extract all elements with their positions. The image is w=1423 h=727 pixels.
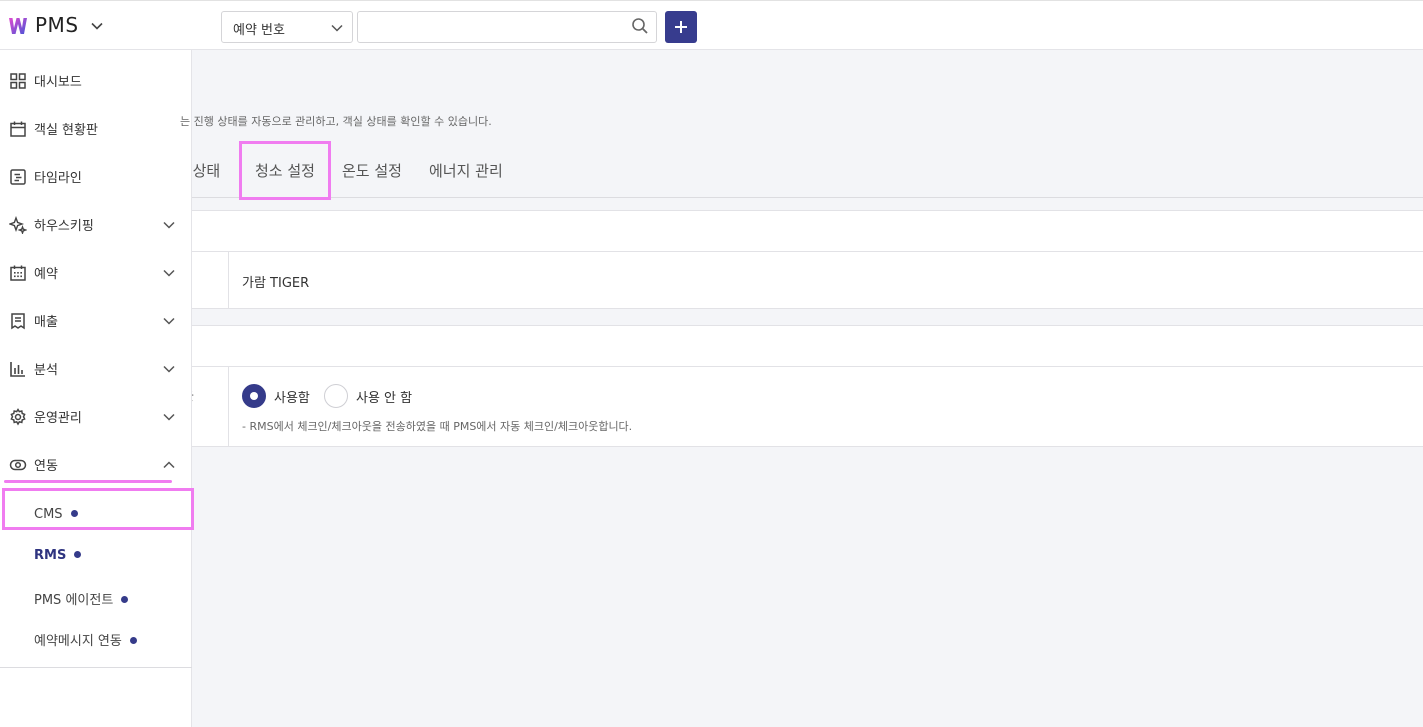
radio-use[interactable] — [242, 384, 266, 408]
tab-room-status[interactable]: 동 상태 — [192, 160, 220, 181]
search-input[interactable] — [357, 11, 657, 43]
tab-energy-management[interactable]: 에너지 관리 — [429, 160, 503, 181]
sidebar-item-label: 연동 — [34, 459, 58, 474]
add-button[interactable] — [665, 11, 697, 43]
receipt-icon — [11, 313, 25, 330]
chevron-down-icon — [331, 24, 343, 32]
sidebar-item-label: 운영관리 — [34, 411, 82, 426]
gear-icon — [10, 408, 26, 426]
sidebar-item-housekeeping[interactable]: 하우스키핑 — [0, 201, 192, 249]
sidebar-item-label: 대시보드 — [34, 75, 82, 90]
toggle-icon — [9, 459, 27, 471]
chevron-down-icon[interactable] — [90, 19, 104, 33]
sidebar-item-reservation[interactable]: 예약 — [0, 249, 192, 297]
radio-use-label[interactable]: 사용함 — [274, 387, 310, 406]
sidebar-subitem-rms[interactable]: RMS — [0, 537, 192, 577]
plus-icon — [675, 21, 687, 33]
section-header — [192, 326, 1423, 367]
page-description: 는 진행 상태를 자동으로 관리하고, 객실 상태를 확인할 수 있습니다. — [180, 115, 492, 128]
chevron-up-icon — [163, 461, 175, 469]
status-dot — [129, 637, 137, 644]
sidebar-item-label: 타임라인 — [34, 171, 82, 186]
sidebar-item-analysis[interactable]: 분석 — [0, 345, 192, 393]
app-title[interactable]: PMS — [35, 13, 79, 37]
calendar-icon — [10, 265, 26, 281]
tab-bar: 동 상태 청소 설정 온도 설정 에너지 관리 — [192, 150, 1423, 198]
radio-not-use[interactable] — [324, 384, 348, 408]
settings-section-rms-info: 가람 TIGER — [192, 210, 1423, 309]
sidebar-subitem-pms-agent[interactable]: PMS 에이전트 — [0, 578, 192, 618]
status-dot — [74, 551, 82, 558]
status-dot — [121, 596, 129, 603]
chevron-down-icon — [163, 365, 175, 373]
sidebar-subitem-label: PMS 에이전트 — [34, 593, 114, 608]
search-type-select[interactable]: 예약 번호 — [221, 11, 353, 43]
timeline-icon — [10, 169, 26, 185]
highlight-box-tab — [239, 141, 331, 200]
sidebar-item-label: 예약 — [34, 267, 58, 282]
sidebar-item-label: 분석 — [34, 363, 58, 378]
radio-not-use-label[interactable]: 사용 안 함 — [356, 387, 412, 406]
sidebar-item-label: 매출 — [34, 315, 58, 330]
row-label: 웃 — [192, 385, 194, 404]
settings-section-auto-checkin: 웃 사용함 사용 안 함 - RMS에서 체크인/체크아웃을 전송하였을 때 P… — [192, 325, 1423, 447]
sidebar-item-label: 객실 현황판 — [34, 123, 98, 138]
sidebar-item-sales[interactable]: 매출 — [0, 297, 192, 345]
logo-icon — [9, 18, 27, 34]
row-label-cell — [192, 252, 229, 308]
tab-temperature-settings[interactable]: 온도 설정 — [342, 160, 402, 181]
dashboard-icon — [10, 73, 26, 89]
search-type-value: 예약 번호 — [233, 23, 285, 38]
chevron-down-icon — [163, 413, 175, 421]
sidebar-subitem-reservation-message[interactable]: 예약메시지 연동 — [0, 619, 192, 659]
bar-chart-icon — [10, 362, 25, 377]
row-label-cell: 웃 — [192, 367, 229, 446]
sidebar: 대시보드 객실 현황판 타임라인 하우스키핑 예약 매출 분석 운영관리 연동 — [0, 50, 192, 727]
hint-text: - RMS에서 체크인/체크아웃을 전송하였을 때 PMS에서 자동 체크인/체… — [242, 420, 633, 433]
highlight-underline — [4, 480, 172, 483]
sidebar-item-dashboard[interactable]: 대시보드 — [0, 57, 192, 105]
rms-vendor-value: 가람 TIGER — [242, 276, 310, 291]
sidebar-subitem-label: RMS — [34, 548, 67, 563]
highlight-box-rms — [2, 488, 194, 530]
section-header — [192, 211, 1423, 252]
table-row: 가람 TIGER — [192, 252, 1423, 308]
sparkle-icon — [9, 216, 27, 234]
sidebar-item-operations[interactable]: 운영관리 — [0, 393, 192, 441]
sidebar-item-label: 하우스키핑 — [34, 219, 94, 234]
top-bar: PMS 예약 번호 — [0, 0, 1423, 50]
chevron-down-icon — [163, 269, 175, 277]
calendar-board-icon — [10, 121, 26, 137]
sidebar-item-room-board[interactable]: 객실 현황판 — [0, 105, 192, 153]
search-icon[interactable] — [631, 17, 649, 35]
chevron-down-icon — [163, 317, 175, 325]
sidebar-subitem-label: 예약메시지 연동 — [34, 634, 122, 649]
sidebar-item-timeline[interactable]: 타임라인 — [0, 153, 192, 201]
divider — [0, 667, 192, 668]
chevron-down-icon — [163, 221, 175, 229]
table-row: 웃 사용함 사용 안 함 - RMS에서 체크인/체크아웃을 전송하였을 때 P… — [192, 367, 1423, 446]
